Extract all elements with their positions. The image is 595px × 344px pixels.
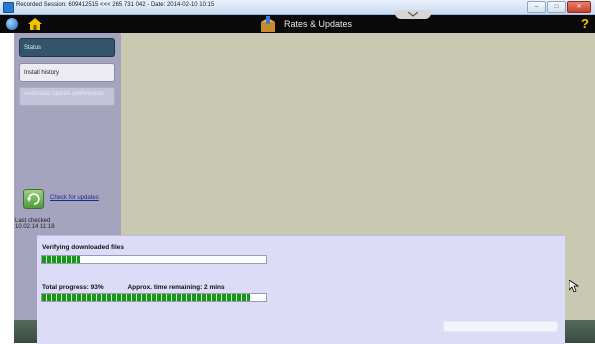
app-header: Rates & Updates ?	[0, 15, 595, 33]
total-progress-fill	[42, 294, 251, 301]
check-for-updates-link[interactable]: Check for updates	[50, 195, 99, 201]
time-remaining-label: Approx. time remaining: 2 mins	[127, 284, 225, 291]
check-updates[interactable]: Check for updates	[23, 189, 119, 209]
progress-panel: Verifying downloaded files Total progres…	[37, 235, 565, 344]
mouse-cursor-icon	[569, 280, 579, 292]
sidebar-item-status[interactable]: Status	[19, 38, 115, 57]
page-title: Rates & Updates	[284, 19, 353, 29]
window-title: Recorded Session: 609412515 <<< 265 731 …	[16, 2, 215, 8]
sidebar-item-label: Automatic update preferences	[24, 91, 105, 97]
sidebar-item-auto-update-prefs: Automatic update preferences	[19, 87, 115, 106]
package-icon	[261, 16, 275, 32]
total-progress-label: Total progress: 93%	[42, 284, 104, 291]
panel-button	[443, 321, 558, 332]
help-icon[interactable]: ?	[581, 16, 589, 31]
window-controls: – □ ✕	[527, 1, 591, 13]
total-progress-row: Total progress: 93% Approx. time remaini…	[42, 284, 225, 291]
sidebar-item-install-history[interactable]: Install history	[19, 63, 115, 82]
dropdown-tab[interactable]	[395, 10, 431, 19]
chevron-down-icon	[408, 12, 418, 17]
maximize-button[interactable]: □	[547, 1, 566, 13]
close-button[interactable]: ✕	[567, 1, 591, 13]
globe-back-icon[interactable]	[6, 18, 18, 30]
verify-progress-bar	[41, 255, 267, 264]
progress-heading: Verifying downloaded files	[42, 244, 124, 251]
window-titlebar: Recorded Session: 609412515 <<< 265 731 …	[0, 0, 595, 15]
app-icon	[3, 2, 14, 13]
total-progress-bar	[41, 293, 267, 302]
sidebar-item-label: Install history	[24, 70, 60, 76]
verify-progress-fill	[42, 256, 81, 263]
last-checked: Last checked 10.02.14 11:18	[15, 218, 55, 230]
refresh-icon[interactable]	[23, 189, 44, 209]
last-checked-value: 10.02.14 11:18	[15, 224, 55, 230]
minimize-button[interactable]: –	[527, 1, 546, 13]
home-icon[interactable]	[28, 18, 42, 30]
sidebar-item-label: Status	[24, 45, 42, 51]
